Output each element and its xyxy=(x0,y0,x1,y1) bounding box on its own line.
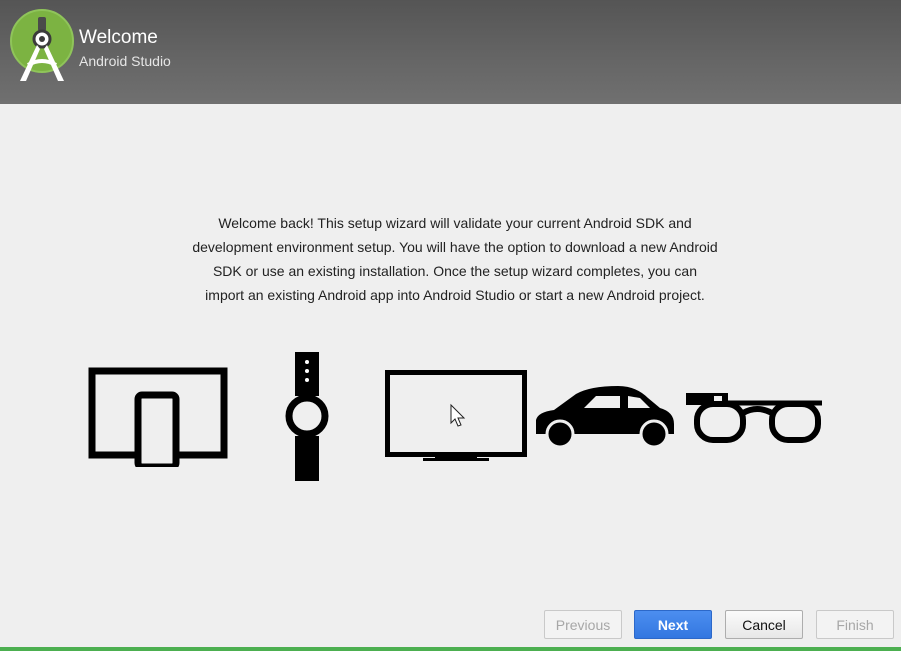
intro-text: Welcome back! This setup wizard will val… xyxy=(170,211,740,307)
intro-line: import an existing Android app into Andr… xyxy=(205,287,705,303)
mouse-cursor-icon xyxy=(450,403,466,427)
finish-button[interactable]: Finish xyxy=(816,610,894,639)
bottom-accent-bar xyxy=(0,647,901,651)
watch-icon xyxy=(285,352,329,481)
tv-icon xyxy=(385,370,527,461)
wizard-header: Welcome Android Studio xyxy=(0,0,901,104)
intro-line: Welcome back! This setup wizard will val… xyxy=(218,215,692,231)
android-studio-logo-icon xyxy=(10,9,74,81)
page-title: Welcome xyxy=(79,27,158,48)
intro-line: SDK or use an existing installation. Onc… xyxy=(212,263,698,279)
glass-icon xyxy=(686,393,822,443)
car-icon xyxy=(536,386,674,448)
cancel-button[interactable]: Cancel xyxy=(725,610,803,639)
previous-button[interactable]: Previous xyxy=(544,610,622,639)
wizard-content: Welcome back! This setup wizard will val… xyxy=(0,104,901,647)
tablet-phone-icon xyxy=(88,367,228,467)
next-button[interactable]: Next xyxy=(634,610,712,639)
intro-line: development environment setup. You will … xyxy=(192,239,718,255)
page-subtitle: Android Studio xyxy=(79,53,171,69)
